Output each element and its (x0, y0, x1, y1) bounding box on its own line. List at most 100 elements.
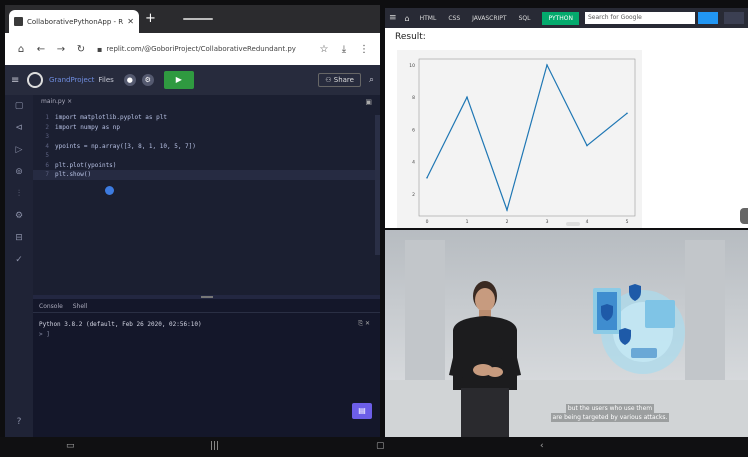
home-button-icon[interactable]: ▢ (376, 441, 385, 451)
back-button-icon[interactable]: ‹ (540, 441, 544, 451)
settings-gear-icon[interactable]: ⚙ (5, 205, 33, 227)
lock-icon: ▪ (97, 44, 103, 54)
w3-navbar: ≡ ⌂ HTML CSS JAVASCRIPT SQL PYTHON Searc… (385, 8, 748, 28)
debug-icon[interactable]: ▷ (5, 139, 33, 161)
code-line: 5 (45, 152, 49, 160)
hamburger-menu-icon[interactable]: ≡ (11, 75, 25, 86)
nav-menu-icon[interactable]: ≡ (389, 13, 397, 23)
line-chart: 2 4 6 8 10 0 1 2 3 4 5 (409, 58, 636, 225)
home-icon[interactable]: ⌂ (11, 44, 31, 55)
tab-title: CollaborativePythonApp - Rep (27, 17, 124, 26)
data-point (506, 209, 508, 211)
subtitle-line: but the users who use them (565, 404, 655, 413)
screen: CollaborativePythonApp - Rep ✕ + ⌂ ← → ↻… (0, 0, 748, 457)
data-point (466, 96, 468, 99)
split-drag-handle[interactable] (566, 222, 580, 226)
y-tick-label: 4 (412, 160, 415, 166)
help-icon[interactable]: ? (5, 417, 33, 427)
share-label: Share (333, 76, 354, 84)
bookmark-star-icon[interactable]: ☆ (314, 44, 334, 55)
tab-favicon-icon (14, 17, 23, 26)
tab-console[interactable]: Console (39, 303, 63, 310)
code-line: 6 plt.plot(ypoints) (45, 161, 117, 169)
search-button[interactable] (698, 12, 718, 24)
nav-html[interactable]: HTML (420, 15, 437, 22)
text-cursor-handle[interactable] (105, 186, 114, 195)
nav-javascript[interactable]: JAVASCRIPT (472, 15, 506, 22)
editor-tab[interactable]: main.py × ▣ (33, 95, 380, 109)
x-tick-label: 4 (586, 219, 589, 225)
save-icon[interactable]: ▣ (365, 98, 372, 106)
console-tabs: Console Shell (33, 299, 380, 313)
browser-tab[interactable]: CollaborativePythonApp - Rep ✕ (9, 10, 139, 33)
reload-icon[interactable]: ↻ (71, 44, 91, 55)
data-point (426, 176, 428, 179)
system-nav-bar: ▭ ||| ▢ ‹ (0, 437, 748, 457)
security-graphic (593, 284, 685, 374)
window-handle[interactable] (183, 18, 213, 20)
share-icon[interactable]: ⊲ (5, 117, 33, 139)
account-button[interactable] (724, 12, 744, 24)
nav-sql[interactable]: SQL (519, 15, 531, 22)
recents-icon[interactable]: ||| (210, 441, 219, 451)
packages-icon[interactable]: ⊚ (5, 161, 33, 183)
files-icon[interactable]: ▢ (5, 95, 33, 117)
project-name[interactable]: GrandProject (49, 76, 94, 84)
ide-sidebar: ▢ ⊲ ▷ ⊚ ⫶ ⚙ ⊟ ✓ ? (5, 95, 33, 437)
settings-icon[interactable]: ⚙ (141, 74, 154, 86)
x-tick-label: 3 (546, 219, 549, 225)
home-icon[interactable]: ⌂ (405, 14, 410, 23)
subtitle-line: are being targeted by various attacks. (550, 413, 670, 422)
y-tick-label: 6 (412, 127, 415, 133)
code-line: 1 import matplotlib.pyplot as plt (45, 114, 167, 122)
new-tab-button[interactable]: + (145, 12, 156, 26)
back-icon[interactable]: ← (31, 44, 51, 55)
version-control-icon[interactable]: ⫶ (5, 183, 33, 205)
code-editor[interactable]: main.py × ▣ 1 import matplotlib.pyplot as… (33, 95, 380, 295)
series-line (426, 63, 628, 212)
search-icon[interactable]: ⌕ (369, 75, 374, 85)
user-avatar[interactable]: ● (123, 74, 136, 86)
google-search-input[interactable]: Search for Google (585, 12, 695, 24)
x-tick-label: 0 (426, 219, 429, 225)
x-tick-label: 2 (506, 219, 509, 225)
code-lines: 1 import matplotlib.pyplot as plt 2 import… (33, 113, 380, 180)
y-tick-label: 10 (409, 63, 415, 69)
console-output: Python 3.8.2 (default, Feb 26 2020, 02:5… (33, 313, 380, 338)
tab-strip: CollaborativePythonApp - Rep ✕ + (5, 5, 380, 33)
nav-python[interactable]: PYTHON (542, 11, 579, 25)
video-window[interactable]: but the users who use them are being tar… (385, 230, 748, 437)
pillar (405, 240, 445, 390)
result-scroll-handle[interactable] (740, 208, 748, 224)
forward-icon[interactable]: → (51, 44, 71, 55)
replit-header: ≡ GrandProject Files ● ⚙ ▶ ⚇ Share ⌕ (5, 65, 380, 95)
replit-logo-icon[interactable] (27, 72, 43, 88)
tab-close-icon[interactable]: ✕ (127, 17, 134, 26)
url-text: replit.com/@GoboriProject/CollaborativeR… (106, 45, 296, 53)
y-tick-label: 2 (412, 192, 415, 198)
nav-css[interactable]: CSS (448, 15, 460, 22)
left-browser-window: CollaborativePythonApp - Rep ✕ + ⌂ ← → ↻… (5, 5, 380, 437)
x-tick-label: 5 (626, 219, 629, 225)
screenshot-icon[interactable]: ▭ (66, 441, 75, 451)
result-window: ≡ ⌂ HTML CSS JAVASCRIPT SQL PYTHON Searc… (385, 8, 748, 228)
code-line: 4 ypoints = np.array([3, 8, 1, 10, 5, 7]) (45, 142, 196, 150)
share-button[interactable]: ⚇ Share (318, 73, 361, 87)
code-line: 3 (45, 133, 49, 141)
check-icon[interactable]: ✓ (5, 249, 33, 271)
console-actions-icon[interactable]: ⎘ ✕ (358, 320, 370, 328)
run-button[interactable]: ▶ (163, 71, 194, 89)
chat-button[interactable]: ▤ (352, 403, 372, 419)
download-icon[interactable]: ⤓ (334, 44, 354, 55)
editor-scrollbar[interactable] (375, 115, 380, 255)
database-icon[interactable]: ⊟ (5, 227, 33, 249)
x-tick-label: 1 (466, 219, 469, 225)
tab-shell[interactable]: Shell (73, 303, 88, 310)
address-bar: ⌂ ← → ↻ ▪ replit.com/@GoboriProject/Coll… (5, 33, 380, 65)
url-field[interactable]: ▪ replit.com/@GoboriProject/Collaborativ… (97, 39, 308, 59)
files-label[interactable]: Files (98, 76, 113, 84)
menu-kebab-icon[interactable]: ⋮ (354, 44, 374, 55)
data-point (546, 64, 548, 66)
console-pane[interactable]: Console Shell ⎘ ✕ Python 3.8.2 (default,… (33, 299, 380, 437)
y-tick-label: 8 (412, 95, 415, 101)
